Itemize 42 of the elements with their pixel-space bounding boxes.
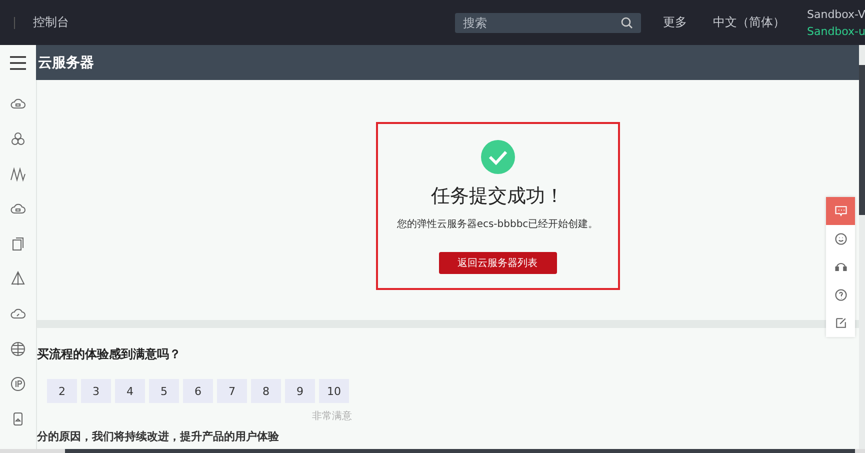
language-menu[interactable]: 中文（简体） [713, 14, 785, 31]
menu-button[interactable] [0, 45, 36, 80]
search-field[interactable]: 搜索 [455, 12, 641, 32]
success-title: 任务提交成功！ [431, 184, 564, 209]
scrollbar-thumb[interactable] [859, 65, 865, 215]
console-link[interactable]: 控制台 [33, 14, 69, 31]
user-name[interactable]: Sandbox-u [807, 24, 865, 38]
headset-icon [834, 260, 848, 274]
chat-icon [834, 204, 848, 218]
smile-icon [834, 232, 848, 246]
rating-option[interactable]: 8 [251, 379, 281, 403]
page-title: 云服务器 [38, 54, 94, 72]
rating-option[interactable]: 4 [115, 379, 145, 403]
tool-button[interactable] [826, 197, 855, 225]
menu-icon [10, 56, 26, 70]
search-icon [621, 16, 633, 28]
ip-icon [10, 376, 26, 392]
rating-option[interactable]: 7 [217, 379, 247, 403]
back-button[interactable]: 返回云服务器列表 [438, 252, 556, 274]
wave-icon [10, 166, 26, 182]
circles-icon [10, 131, 26, 147]
cone-icon [10, 271, 26, 287]
edit-icon [834, 316, 848, 330]
globe-icon [10, 341, 26, 357]
rating-option[interactable]: 10 [319, 379, 349, 403]
help-icon [834, 288, 848, 302]
success-message: 您的弹性云服务器ecs-bbbbc已经开始创建。 [396, 218, 598, 231]
account-name[interactable]: Sandbox-V [807, 8, 865, 20]
scrollbar-thumb[interactable] [65, 449, 855, 453]
rating-option[interactable]: 9 [285, 379, 315, 403]
followup-question: 分的原因，我们将持续改进，提升产品的用户体验 [37, 429, 279, 444]
tool-button[interactable] [826, 225, 855, 253]
rating-option[interactable]: 5 [149, 379, 179, 403]
document-icon [10, 236, 26, 252]
check-icon [480, 140, 514, 174]
rating-option[interactable]: 6 [183, 379, 213, 403]
more-menu[interactable]: 更多 [663, 14, 687, 31]
rating-option[interactable]: 2 [47, 379, 77, 403]
scale-label: 非常满意 [312, 410, 353, 423]
survey-question: 买流程的体验感到满意吗？ [37, 346, 182, 363]
rating-option[interactable]: 3 [81, 379, 111, 403]
tool-button[interactable] [826, 309, 855, 337]
